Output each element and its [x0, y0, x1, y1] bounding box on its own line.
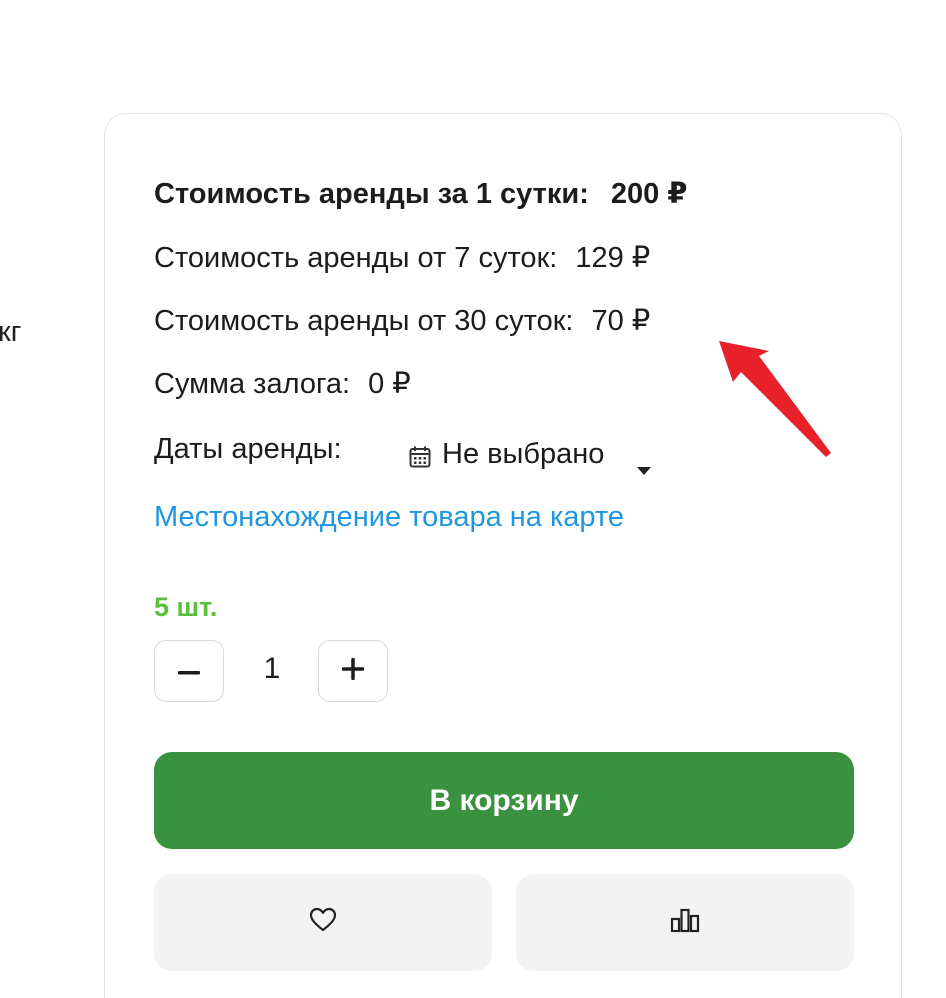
stock-count: 5 шт.	[154, 592, 218, 622]
quantity-value[interactable]: 1	[230, 652, 314, 686]
rent-dates-row: Даты аренды:	[154, 431, 342, 467]
deposit-label: Сумма залога:	[154, 368, 351, 400]
heart-icon	[309, 907, 337, 938]
price-month-row: Стоимость аренды от 30 суток: 70 ₽	[154, 303, 650, 339]
price-week-row: Стоимость аренды от 7 суток: 129 ₽	[154, 240, 650, 276]
price-week-value: 129 ₽	[575, 242, 651, 274]
price-month-label: Стоимость аренды от 30 суток:	[154, 305, 574, 337]
deposit-value: 0 ₽	[368, 368, 411, 400]
minus-icon	[178, 662, 200, 680]
price-daily-row: Стоимость аренды за 1 сутки: 200 ₽	[154, 176, 687, 212]
map-location-link[interactable]: Местонахождение товара на карте	[154, 499, 624, 535]
price-daily-label: Стоимость аренды за 1 сутки:	[154, 178, 589, 210]
price-month-value: 70 ₽	[591, 305, 651, 337]
calendar-icon	[408, 442, 432, 468]
add-to-favorites-button[interactable]	[154, 874, 492, 971]
rent-dates-dropdown[interactable]: Не выбрано	[408, 436, 652, 475]
rent-dates-value: Не выбрано	[442, 438, 605, 470]
quantity-decrease-button[interactable]	[154, 640, 224, 702]
bar-chart-icon	[670, 907, 700, 938]
left-fragment-text: кг	[0, 316, 22, 348]
deposit-row: Сумма залога: 0 ₽	[154, 366, 411, 402]
price-daily-value: 200 ₽	[610, 178, 688, 210]
rent-dates-label: Даты аренды:	[154, 433, 342, 465]
quantity-increase-button[interactable]	[318, 640, 388, 702]
compare-button[interactable]	[516, 874, 854, 971]
chevron-down-icon	[636, 449, 652, 475]
annotation-arrow	[719, 341, 831, 457]
add-to-cart-button[interactable]: В корзину	[154, 752, 854, 849]
price-week-label: Стоимость аренды от 7 суток:	[154, 242, 558, 274]
plus-icon	[342, 657, 364, 685]
page: кг Стоимость аренды за 1 сутки: 200 ₽ Сто…	[0, 0, 946, 998]
